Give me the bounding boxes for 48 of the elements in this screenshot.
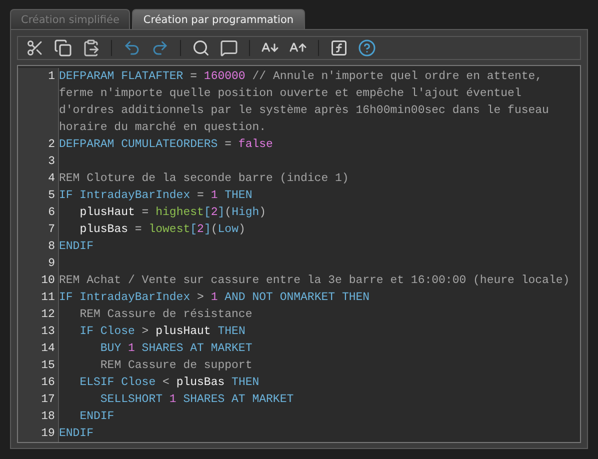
line-number: 18	[41, 410, 55, 423]
line-number: 7	[48, 223, 55, 236]
line-number: 4	[48, 172, 55, 185]
line-number: 14	[41, 342, 55, 355]
copy-button[interactable]	[52, 37, 74, 59]
code-line: IF IntradayBarIndex > 1 AND NOT ONMARKET THEN	[58, 290, 371, 306]
comment-icon	[220, 39, 238, 57]
code-line: DEFPARAM CUMULATEORDERS = false	[58, 137, 274, 153]
line-number: 13	[41, 325, 55, 338]
line-number: 5	[48, 189, 55, 202]
undo-icon	[123, 39, 141, 57]
line-number: 1	[48, 70, 55, 83]
code-line: DEFPARAM FLATAFTER = 160000 // Annule n'importe quel ordre en attente, ferme n'importe quelle position ouverte et empêche l'ajout éventuel d'ordres additionnels par le système après 16h00min00sec dans le fuseau horaire du marché en question.	[58, 69, 550, 136]
redo-icon	[151, 39, 169, 57]
code-line: ENDIF	[58, 426, 94, 442]
line-number: 9	[48, 257, 55, 270]
help-icon	[358, 39, 376, 57]
line-number: 10	[41, 274, 55, 287]
code-line: REM Cassure de support	[99, 358, 254, 374]
code-line: REM Cassure de résistance	[78, 307, 254, 323]
code-line: BUY 1 SHARES AT MARKET	[99, 341, 254, 357]
line-number: 16	[41, 376, 55, 389]
function-icon	[330, 39, 348, 57]
line-number: 8	[48, 240, 55, 253]
line-number: 12	[41, 308, 55, 321]
line-number: 15	[41, 359, 55, 372]
line-number: 3	[48, 155, 55, 168]
help-button[interactable]	[356, 37, 378, 59]
scissors-icon	[26, 39, 44, 57]
code-line: ENDIF	[58, 239, 94, 255]
code-line: IF IntradayBarIndex = 1 THEN	[58, 188, 254, 204]
code-line: SELLSHORT 1 SHARES AT MARKET	[99, 392, 295, 408]
tab[interactable]: Création par programmation	[132, 9, 305, 29]
code-line: IF Close > plusHaut THEN	[78, 324, 246, 340]
code-line: plusBas = lowest[2](Low)	[78, 222, 246, 238]
code-line: REM Cloture de la seconde barre (indice 1)	[58, 171, 350, 187]
line-number: 11	[41, 291, 55, 304]
line-number: 6	[48, 206, 55, 219]
copy-icon	[54, 39, 72, 57]
paste-icon	[82, 39, 100, 57]
search-icon	[192, 39, 210, 57]
line-number: 2	[48, 138, 55, 151]
code-line: ENDIF	[78, 409, 116, 425]
code-line: ELSIF Close < plusBas THEN	[78, 375, 260, 391]
line-number: 19	[41, 427, 55, 440]
code-line: REM Achat / Vente sur cassure entre la 3e barre et 16:00:00 (heure locale)	[58, 273, 571, 289]
line-number: 17	[41, 393, 55, 406]
code-line: plusHaut = highest[2](High)	[78, 205, 268, 221]
